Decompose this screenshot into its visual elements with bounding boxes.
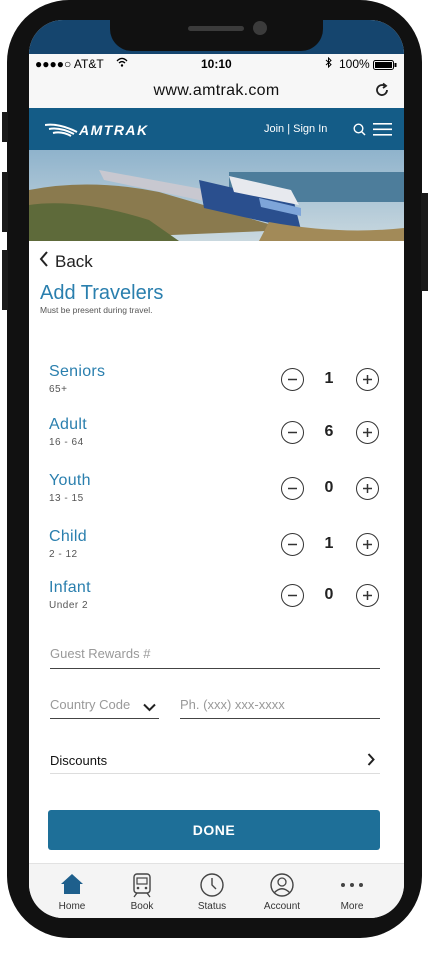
- traveler-row: Seniors 65+ 1: [29, 363, 404, 403]
- increment-button[interactable]: [356, 421, 379, 444]
- traveler-type-label: Child: [49, 528, 87, 545]
- hero-train-image: [29, 150, 404, 241]
- traveler-count: 1: [324, 535, 334, 552]
- amtrak-logo-text: AMTRAK: [79, 122, 149, 138]
- decrement-button[interactable]: [281, 584, 304, 607]
- discounts-label: Discounts: [50, 753, 108, 768]
- traveler-count: 0: [324, 586, 334, 603]
- carrier-label: ●●●●○ AT&T: [35, 57, 104, 71]
- traveler-age-range: 2 - 12: [49, 549, 78, 560]
- traveler-age-range: 65+: [49, 384, 68, 395]
- increment-button[interactable]: [356, 368, 379, 391]
- phone-placeholder: Ph. (xxx) xxx-xxxx: [180, 697, 285, 712]
- done-button[interactable]: DONE: [48, 810, 380, 850]
- wifi-icon: [116, 57, 128, 70]
- tab-home[interactable]: Home: [42, 864, 102, 918]
- country-code-select[interactable]: Country Code: [50, 697, 159, 719]
- decrement-button[interactable]: [281, 368, 304, 391]
- traveler-type-label: Infant: [49, 579, 91, 596]
- browser-url-bar[interactable]: www.amtrak.com: [29, 74, 404, 109]
- battery-icon: [373, 59, 397, 73]
- tab-more-label: More: [340, 901, 364, 912]
- house-icon: [61, 874, 83, 894]
- traveler-age-range: 13 - 15: [49, 493, 84, 504]
- battery-percent: 100%: [339, 57, 370, 71]
- back-label: Back: [55, 251, 93, 271]
- tab-book[interactable]: Book: [112, 864, 172, 918]
- increment-button[interactable]: [356, 477, 379, 500]
- guest-rewards-input[interactable]: Guest Rewards #: [50, 646, 380, 669]
- chevron-down-icon: [143, 700, 156, 715]
- tab-home-label: Home: [58, 901, 86, 912]
- status-bar: ●●●●○ AT&T 10:10 100%: [29, 54, 404, 74]
- tab-account-label: Account: [263, 901, 301, 912]
- site-header: AMTRAK Join | Sign In: [29, 108, 404, 150]
- user-icon: [270, 873, 294, 897]
- train-icon: [133, 873, 151, 898]
- chevron-left-icon: [39, 251, 49, 272]
- traveler-age-range: 16 - 64: [49, 437, 84, 448]
- page-subtitle: Must be present during travel.: [40, 305, 153, 315]
- screen: ●●●●○ AT&T 10:10 100% www.amtrak.com AMT…: [29, 20, 404, 918]
- main-content: Back Add Travelers Must be present durin…: [29, 241, 404, 871]
- country-code-label: Country Code: [50, 697, 131, 712]
- traveler-row: Adult 16 - 64 6: [29, 416, 404, 456]
- page-title: Add Travelers: [40, 282, 164, 304]
- mute-switch: [2, 112, 8, 142]
- traveler-type-label: Adult: [49, 416, 87, 433]
- traveler-count: 0: [324, 479, 334, 496]
- bottom-tab-bar: Home Book Status Account More: [29, 863, 404, 918]
- back-button[interactable]: Back: [39, 251, 93, 272]
- amtrak-logo[interactable]: AMTRAK: [45, 122, 175, 140]
- reload-icon[interactable]: [374, 82, 390, 103]
- traveler-count: 6: [324, 423, 334, 440]
- tab-more[interactable]: More: [322, 864, 382, 918]
- chevron-right-icon: [367, 753, 375, 769]
- clock-time: 10:10: [201, 57, 232, 71]
- join-signin-link[interactable]: Join | Sign In: [264, 123, 327, 135]
- traveler-row: Infant Under 2 0: [29, 579, 404, 619]
- discounts-row[interactable]: Discounts: [50, 753, 380, 774]
- amtrak-wave-icon: [45, 123, 78, 137]
- power-button: [421, 193, 428, 291]
- increment-button[interactable]: [356, 584, 379, 607]
- tab-status[interactable]: Status: [182, 864, 242, 918]
- traveler-type-label: Seniors: [49, 363, 106, 380]
- notch: [110, 20, 323, 51]
- bluetooth-icon: [325, 56, 332, 71]
- dots-icon: [341, 883, 363, 887]
- traveler-count: 1: [324, 370, 334, 387]
- volume-up-button: [2, 172, 8, 232]
- front-camera: [253, 21, 267, 35]
- traveler-type-label: Youth: [49, 472, 91, 489]
- guest-rewards-placeholder: Guest Rewards #: [50, 646, 151, 661]
- decrement-button[interactable]: [281, 421, 304, 444]
- volume-down-button: [2, 250, 8, 310]
- phone-input[interactable]: Ph. (xxx) xxx-xxxx: [180, 697, 380, 719]
- clock-icon: [200, 873, 224, 897]
- traveler-age-range: Under 2: [49, 600, 89, 611]
- url-text[interactable]: www.amtrak.com: [29, 82, 404, 100]
- tab-account[interactable]: Account: [252, 864, 312, 918]
- decrement-button[interactable]: [281, 477, 304, 500]
- traveler-row: Youth 13 - 15 0: [29, 472, 404, 512]
- hamburger-menu-icon[interactable]: [373, 123, 392, 141]
- tab-status-label: Status: [197, 901, 227, 912]
- tab-book-label: Book: [130, 901, 154, 912]
- traveler-row: Child 2 - 12 1: [29, 528, 404, 568]
- increment-button[interactable]: [356, 533, 379, 556]
- decrement-button[interactable]: [281, 533, 304, 556]
- speaker-grille: [188, 26, 244, 31]
- search-icon[interactable]: [353, 123, 366, 141]
